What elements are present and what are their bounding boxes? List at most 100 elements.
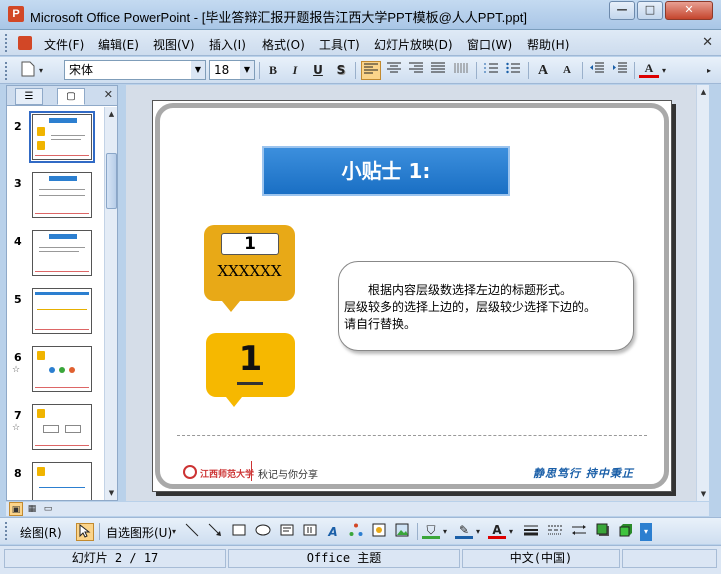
slide-title[interactable]: 小贴士 1: — [262, 146, 510, 196]
font-color-button[interactable]: A — [639, 61, 659, 78]
current-slide[interactable]: 小贴士 1: 1 XXXXXX 1 根据内容层级数选择左边的标题形式。 层级较多… — [152, 100, 672, 492]
menu-format[interactable]: 格式(O) — [262, 36, 305, 53]
shadow-style-icon[interactable] — [594, 523, 612, 541]
thumb-text-line — [39, 487, 85, 488]
shrink-font-button[interactable]: A — [557, 61, 577, 80]
draw-menu-button[interactable]: 绘图(R) — [20, 524, 62, 541]
menu-help[interactable]: 帮助(H) — [527, 36, 569, 53]
font-size-select[interactable]: 18 ▼ — [209, 60, 255, 80]
chevron-down-icon[interactable]: ▾ — [474, 523, 482, 541]
pane-close-icon[interactable]: ✕ — [104, 88, 113, 101]
font-color-icon[interactable]: A — [488, 523, 506, 539]
shadow-button[interactable]: S — [331, 61, 351, 80]
bold-button[interactable]: B — [263, 61, 283, 80]
callout-number: 1 — [221, 233, 279, 255]
chevron-down-icon[interactable]: ▼ — [240, 61, 254, 79]
dash-style-icon[interactable] — [546, 523, 564, 541]
slides-tab[interactable]: ▢ — [57, 88, 85, 105]
menu-edit[interactable]: 编辑(E) — [98, 36, 139, 53]
slide-scrollbar[interactable]: ▲ ▼ — [696, 85, 709, 501]
slideshow-view-icon[interactable]: ▭ — [41, 502, 55, 516]
select-pointer-icon[interactable] — [76, 523, 94, 541]
slide-thumbnail-8[interactable] — [32, 462, 92, 500]
slide-thumbnail-5[interactable] — [32, 288, 92, 334]
chevron-down-icon[interactable]: ▾ — [170, 523, 178, 541]
scroll-down-icon[interactable]: ▼ — [698, 488, 709, 500]
distribute-button[interactable] — [451, 61, 471, 80]
arrow-style-icon[interactable] — [570, 523, 588, 541]
oval-tool-icon[interactable] — [254, 523, 272, 541]
menu-file[interactable]: 文件(F) — [44, 36, 84, 53]
chevron-down-icon[interactable]: ▾ — [36, 61, 46, 80]
font-name-select[interactable]: 宋体 ▼ — [64, 60, 206, 80]
arrow-tool-icon[interactable] — [206, 523, 224, 541]
menu-insert[interactable]: 插入(I) — [209, 36, 246, 53]
bullets-button[interactable] — [503, 61, 523, 80]
level-callout-top[interactable]: 1 XXXXXX — [204, 225, 295, 312]
autoshapes-button[interactable]: 自选图形(U) — [106, 524, 172, 541]
scroll-up-icon[interactable]: ▲ — [106, 108, 117, 120]
grow-font-button[interactable]: A — [533, 61, 553, 80]
menu-slideshow[interactable]: 幻灯片放映(D) — [374, 36, 453, 53]
numbering-button[interactable] — [481, 61, 501, 80]
slide-thumbnail-3[interactable] — [32, 172, 92, 218]
rectangle-tool-icon[interactable] — [230, 523, 248, 541]
3d-style-icon[interactable] — [617, 523, 635, 541]
scroll-down-icon[interactable]: ▼ — [106, 487, 117, 499]
close-button[interactable]: ✕ — [665, 1, 713, 20]
thumb-box — [43, 425, 59, 433]
italic-button[interactable]: I — [285, 61, 305, 80]
document-close-icon[interactable]: ✕ — [702, 35, 713, 50]
scroll-up-icon[interactable]: ▲ — [698, 86, 709, 98]
document-icon[interactable] — [18, 36, 32, 50]
increase-indent-icon — [613, 62, 627, 73]
theme-name: Office 主题 — [228, 549, 460, 568]
textbox-tool-icon[interactable] — [278, 523, 296, 541]
normal-view-icon[interactable]: ▣ — [9, 502, 23, 516]
align-right-button[interactable] — [406, 61, 426, 80]
chevron-down-icon[interactable]: ▾ — [659, 61, 669, 80]
wordart-icon[interactable]: A — [324, 523, 342, 541]
scrollbar-thumb[interactable] — [106, 153, 117, 209]
maximize-button[interactable]: □ — [637, 1, 663, 20]
increase-indent-button[interactable] — [610, 61, 630, 80]
thumb-text-line — [51, 139, 81, 140]
menu-tools[interactable]: 工具(T) — [319, 36, 360, 53]
menu-view[interactable]: 视图(V) — [153, 36, 195, 53]
minimize-button[interactable]: — — [609, 1, 635, 20]
slide-thumbnail-7[interactable] — [32, 404, 92, 450]
line-color-icon[interactable]: ✎ — [455, 523, 473, 539]
toolbar-options-icon[interactable]: ▸ — [702, 61, 716, 80]
align-left-button[interactable] — [361, 61, 381, 80]
slide-thumbnail-4[interactable] — [32, 230, 92, 276]
powerpoint-icon[interactable]: P — [8, 6, 24, 22]
chevron-down-icon[interactable]: ▼ — [191, 61, 205, 79]
tip-text-bubble[interactable]: 根据内容层级数选择左边的标题形式。 层级较多的选择上边的，层级较少选择下边的。 … — [338, 261, 634, 351]
menu-window[interactable]: 窗口(W) — [467, 36, 512, 53]
line-tool-icon[interactable] — [183, 523, 201, 541]
clipart-icon[interactable] — [370, 523, 388, 541]
toolbar-grip[interactable] — [5, 62, 9, 80]
slide-thumbnail-6[interactable] — [32, 346, 92, 392]
toolbar-grip[interactable] — [5, 522, 9, 540]
fill-color-icon[interactable]: ⛉ — [422, 523, 440, 539]
toolbar-grip[interactable] — [5, 34, 9, 52]
slide-sorter-icon[interactable]: ▦ — [25, 502, 39, 516]
chevron-down-icon[interactable]: ▾ — [507, 523, 515, 541]
chevron-down-icon[interactable]: ▾ — [441, 523, 449, 541]
align-center-button[interactable] — [384, 61, 404, 80]
underline-button[interactable]: U — [308, 61, 328, 80]
line-style-icon[interactable] — [522, 523, 540, 541]
diagram-icon[interactable] — [347, 523, 365, 541]
thumbnail-scrollbar[interactable]: ▲ ▼ — [104, 107, 117, 500]
decrease-indent-button[interactable] — [587, 61, 607, 80]
justify-button[interactable] — [428, 61, 448, 80]
slide-thumbnail-2[interactable] — [29, 111, 95, 163]
insert-picture-icon[interactable] — [393, 523, 411, 541]
toolbar-options-icon[interactable]: ▾ — [640, 523, 652, 541]
new-document-icon[interactable] — [18, 61, 38, 80]
vertical-textbox-icon[interactable] — [301, 523, 319, 541]
level-callout-bottom[interactable]: 1 — [206, 333, 295, 407]
outline-tab[interactable]: ☰ — [15, 88, 43, 105]
thumb-text-line — [39, 247, 85, 248]
